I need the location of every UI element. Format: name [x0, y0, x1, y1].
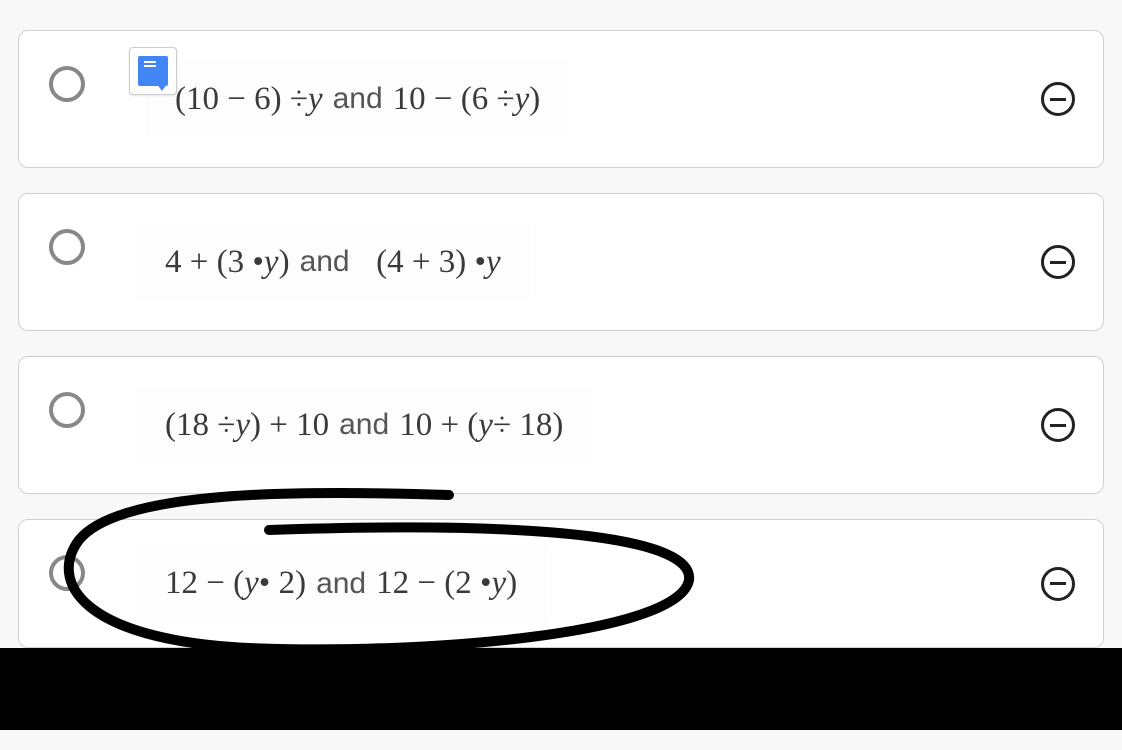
translate-icon[interactable] — [129, 47, 177, 95]
expr-right-a: (4 + 3) • — [376, 244, 486, 281]
remove-icon[interactable] — [1041, 408, 1075, 442]
var: y — [492, 565, 507, 602]
expr-left: 4 + (3 • — [165, 244, 264, 281]
var: y — [478, 407, 493, 444]
option-card: (18 ÷ y) + 10 and 10 + (y ÷ 18) — [18, 356, 1104, 494]
var: y — [486, 244, 501, 281]
expression-text: 12 − (y • 2) and 12 − (2 • y) — [135, 545, 547, 622]
var: y — [235, 407, 250, 444]
expr-left: (10 − 6) ÷ — [175, 81, 308, 118]
var: y — [515, 81, 530, 118]
expr-right-a: 10 − (6 ÷ — [393, 81, 515, 118]
expr-left: (18 ÷ — [165, 407, 235, 444]
expr-right-a: 10 + ( — [399, 407, 478, 444]
var: y — [264, 244, 279, 281]
bottom-bar — [0, 648, 1122, 730]
expr-right-b: ) — [506, 565, 517, 602]
option-card: 12 − (y • 2) and 12 − (2 • y) — [18, 519, 1104, 648]
expr-left-b: ) — [279, 244, 290, 281]
and-text: and — [300, 245, 350, 279]
remove-icon[interactable] — [1041, 245, 1075, 279]
and-text: and — [333, 82, 383, 116]
radio-button[interactable] — [49, 229, 85, 265]
expr-left-b: • 2) — [259, 565, 306, 602]
expression-text: (18 ÷ y) + 10 and 10 + (y ÷ 18) — [135, 387, 593, 464]
radio-button[interactable] — [49, 392, 85, 428]
remove-icon[interactable] — [1041, 82, 1075, 116]
var: y — [308, 81, 323, 118]
expr-left: 12 − ( — [165, 565, 244, 602]
option-card: 4 + (3 • y) and (4 + 3) • y — [18, 193, 1104, 331]
expr-right-b: ÷ 18) — [493, 407, 563, 444]
remove-icon[interactable] — [1041, 567, 1075, 601]
expression-text: 4 + (3 • y) and (4 + 3) • y — [135, 224, 531, 301]
and-text: and — [339, 408, 389, 442]
expression-text: (10 − 6) ÷ y and 10 − (6 ÷ y) — [145, 61, 570, 138]
options-container: (10 − 6) ÷ y and 10 − (6 ÷ y) 4 + (3 • y… — [0, 20, 1122, 648]
var: y — [244, 565, 259, 602]
radio-button[interactable] — [49, 66, 85, 102]
expr-right-b: ) — [529, 81, 540, 118]
expr-right-a: 12 − (2 • — [376, 565, 491, 602]
expr-left-b: ) + 10 — [250, 407, 329, 444]
and-text: and — [316, 567, 366, 601]
option-card: (10 − 6) ÷ y and 10 − (6 ÷ y) — [18, 30, 1104, 168]
spacer — [360, 244, 377, 281]
radio-button[interactable] — [49, 555, 85, 591]
